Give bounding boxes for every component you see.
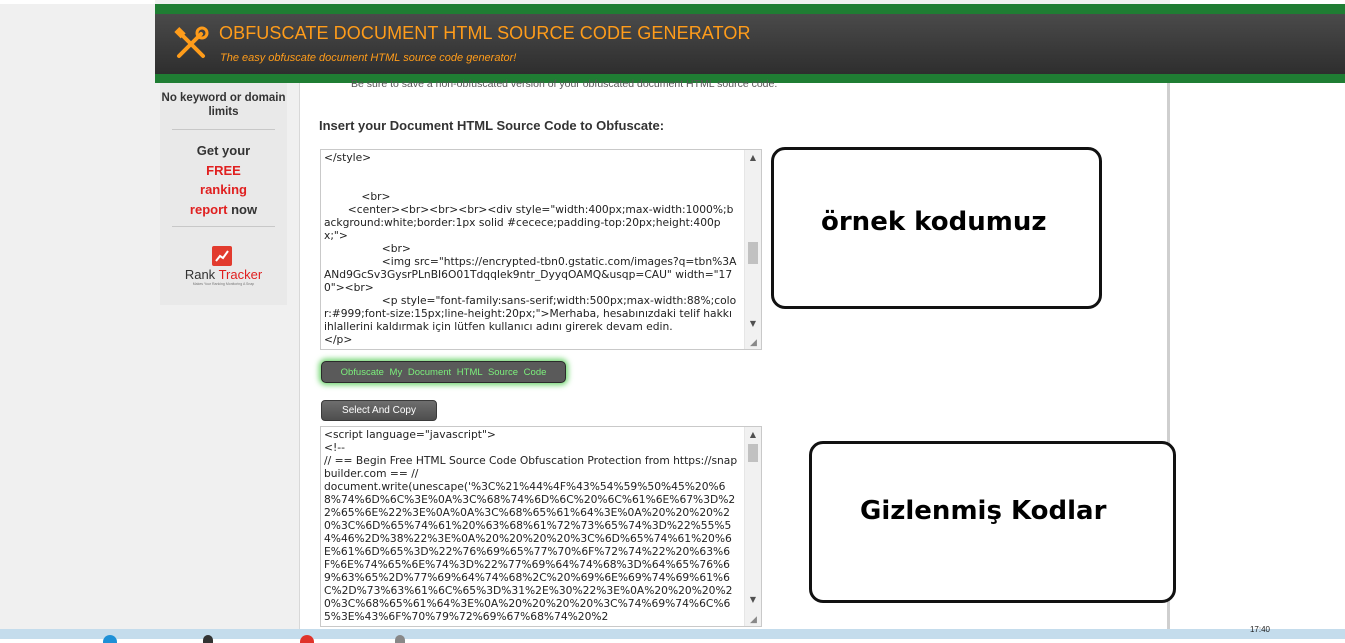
chrome-icon[interactable] [300,635,314,643]
app-tagline: The easy obfuscate document HTML source … [220,52,517,64]
left-margin [0,0,155,639]
ad-divider [172,129,275,130]
ad-ranking: ranking [200,182,247,197]
taskbar: 17:40 [0,625,1345,643]
obfuscate-button[interactable]: Obfuscate My Document HTML Source Code [321,361,566,383]
edge-icon[interactable] [103,635,117,643]
site-header: OBFUSCATE DOCUMENT HTML SOURCE CODE GENE… [155,4,1345,83]
resize-grip-icon[interactable]: ◢ [750,615,760,625]
header-bar: OBFUSCATE DOCUMENT HTML SOURCE CODE GENE… [155,14,1345,74]
ad-feature-text: No keyword or domain limits [161,92,286,118]
taskbar-clock: 17:40 [1249,625,1270,634]
example-code-label: örnek kodumuz [821,207,1047,237]
save-notice: Be sure to save a non-obfuscated version… [351,78,778,90]
taskbar-app-icon[interactable] [203,635,213,643]
source-code-textarea[interactable]: </style> <br> <center><br><br><br><div s… [320,149,762,350]
obfuscated-output-textarea[interactable]: <script language="javascript"> <!-- // =… [320,426,762,627]
scroll-up-icon[interactable]: ▲ [745,428,761,442]
rank-tracker-logo: Rank Tracker [184,267,263,282]
source-code-text[interactable]: </style> <br> <center><br><br><br><div s… [324,151,738,346]
ad-get-your: Get your [196,143,251,158]
ad-divider [172,226,275,227]
obfuscated-code-label: Gizlenmiş Kodlar [860,496,1107,526]
ad-report: report [189,201,228,217]
resize-grip-icon[interactable]: ◢ [750,338,760,348]
select-and-copy-button[interactable]: Select And Copy [321,400,437,421]
ad-free: FREE [206,162,241,178]
input-heading: Insert your Document HTML Source Code to… [319,118,665,133]
app-title: OBFUSCATE DOCUMENT HTML SOURCE CODE GENE… [219,23,751,43]
source-scrollbar[interactable]: ▲ ▼ [744,150,761,349]
scroll-thumb[interactable] [748,444,758,462]
rank-tracker-icon [212,246,232,266]
rank-tracker-ad[interactable]: No keyword or domain limits Get your FRE… [160,83,287,305]
scroll-down-icon[interactable]: ▼ [745,317,761,331]
scroll-thumb[interactable] [748,242,758,264]
obfuscated-code-callout: Gizlenmiş Kodlar [809,441,1176,603]
rank-tracker-tagline: Makes Your Ranking Monitoring A Snap [192,282,255,286]
output-scrollbar[interactable]: ▲ ▼ [744,427,761,626]
taskbar-app-icon[interactable] [395,635,405,643]
obfuscated-code-text[interactable]: <script language="javascript"> <!-- // =… [324,428,738,623]
ad-cta-text: Get your FREE ranking report now [160,141,287,219]
scroll-up-icon[interactable]: ▲ [745,151,761,165]
ad-now: now [227,201,258,217]
scroll-down-icon[interactable]: ▼ [745,593,761,607]
example-code-callout: örnek kodumuz [771,147,1102,309]
tools-icon [174,26,209,58]
